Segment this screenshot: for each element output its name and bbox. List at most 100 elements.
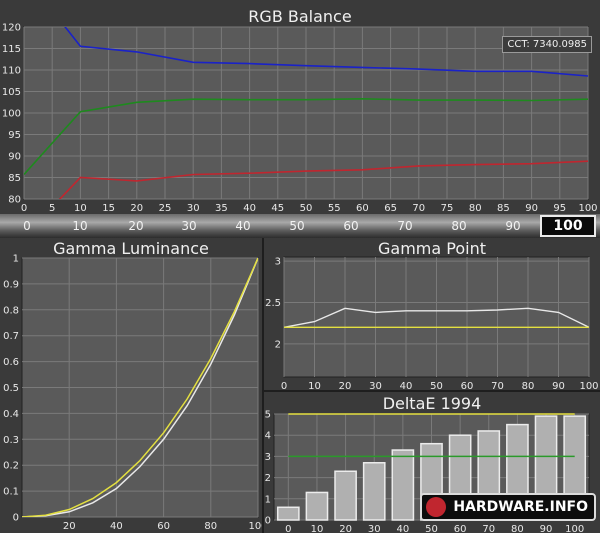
deltae-bar xyxy=(391,449,415,521)
watermark-badge: HARDWARE.INFO xyxy=(420,493,596,521)
calibration-report: RGB Balance 80 85 90 95 100 105 110 115 120 0 5 10 1… xyxy=(0,0,600,533)
stimulus-label: 70 xyxy=(397,219,413,233)
stimulus-label: 90 xyxy=(505,219,521,233)
x-tick-label: 100 xyxy=(248,521,262,532)
x-tick-label: 60 xyxy=(454,524,467,533)
x-tick-label: 0 xyxy=(285,524,291,533)
x-tick-label: 75 xyxy=(441,203,454,214)
x-tick-label: 80 xyxy=(511,524,524,533)
x-tick-label: 30 xyxy=(369,381,382,390)
y-tick-label: 0 xyxy=(13,513,19,524)
x-tick-label: 70 xyxy=(491,381,504,390)
y-tick-label: 0.2 xyxy=(3,461,19,472)
y-tick-label: 1 xyxy=(13,254,19,265)
watermark-text: HARDWARE.INFO xyxy=(453,499,588,515)
y-tick-label: 2 xyxy=(265,473,271,484)
x-tick-label: 10 xyxy=(308,381,321,390)
stimulus-label: 0 xyxy=(23,219,31,233)
y-tick-label: 0.9 xyxy=(3,279,19,290)
x-tick-label: 60 xyxy=(157,521,170,532)
x-tick-label: 80 xyxy=(469,203,482,214)
x-tick-label: 35 xyxy=(215,203,228,214)
x-tick-label: 30 xyxy=(187,203,200,214)
stimulus-label: 40 xyxy=(235,219,251,233)
y-tick-label: 2.5 xyxy=(265,298,281,309)
y-tick-label: 1 xyxy=(265,494,271,505)
cct-readout: CCT: 7340.0985 xyxy=(502,36,592,53)
gamma-point-chart: 22.530 10 20 30 40 50 60 70 80 90 100 xyxy=(265,256,599,390)
deltae-bar xyxy=(334,470,357,521)
y-tick-label: 0 xyxy=(265,516,271,527)
y-tick-label: 0.6 xyxy=(3,357,19,368)
y-tick-label: 0.5 xyxy=(3,383,19,394)
y-tick-label: 0.7 xyxy=(3,331,19,342)
panel-divider-horizontal xyxy=(264,390,600,392)
y-tick-label: 0.8 xyxy=(3,305,19,316)
x-tick-label: 5 xyxy=(49,203,55,214)
x-tick-label: 20 xyxy=(339,381,352,390)
y-tick-label: 3 xyxy=(275,257,281,268)
y-tick-label: 0.4 xyxy=(3,409,19,420)
x-tick-label: 90 xyxy=(552,381,565,390)
gamma-point-panel: Gamma Point 2 2.5 3 0 10 20 30 40 50 60 70 80 90 100 xyxy=(264,238,600,390)
stimulus-label: 80 xyxy=(451,219,467,233)
x-tick-label: 45 xyxy=(271,203,284,214)
rgb-balance-chart: 80 85 90 95 100 105 110 115 120 0 5 10 15 20 25 30 35 40 4… xyxy=(2,23,598,215)
x-tick-label: 10 xyxy=(311,524,324,533)
x-tick-label: 10 xyxy=(74,203,87,214)
x-tick-label: 70 xyxy=(412,203,425,214)
x-tick-label: 55 xyxy=(328,203,341,214)
stimulus-label: 20 xyxy=(128,219,144,233)
x-tick-label: 70 xyxy=(482,524,495,533)
deltae-bar xyxy=(276,506,300,521)
x-tick-label: 50 xyxy=(425,524,438,533)
x-tick-label: 80 xyxy=(204,521,217,532)
brand-logo-icon xyxy=(426,497,446,517)
x-tick-label: 20 xyxy=(339,524,352,533)
x-tick-label: 85 xyxy=(497,203,510,214)
stimulus-label: 10 xyxy=(72,219,88,233)
stimulus-label: 60 xyxy=(343,219,359,233)
y-tick-label: 110 xyxy=(2,66,21,77)
x-tick-label: 95 xyxy=(553,203,566,214)
x-tick-label: 0 xyxy=(281,381,287,390)
y-tick-label: 100 xyxy=(2,109,21,120)
x-tick-label: 60 xyxy=(461,381,474,390)
y-tick-label: 3 xyxy=(265,452,271,463)
gamma-luminance-chart: 0 0.1 0.2 0.3 0.4 0.5 0.6 0.7 0.8 0.9 1 20 40 60 80 100 xyxy=(3,254,262,533)
x-tick-label: 20 xyxy=(63,521,76,532)
x-tick-label: 40 xyxy=(400,381,413,390)
x-tick-label: 50 xyxy=(300,203,313,214)
stimulus-label: 30 xyxy=(181,219,197,233)
y-tick-label: 120 xyxy=(2,23,21,34)
y-tick-label: 0.1 xyxy=(3,487,19,498)
y-tick-label: 5 xyxy=(265,410,271,421)
x-tick-label: 65 xyxy=(384,203,397,214)
x-tick-label: 80 xyxy=(522,381,535,390)
x-tick-label: 100 xyxy=(578,203,597,214)
y-tick-label: 95 xyxy=(8,130,21,141)
x-tick-label: 40 xyxy=(110,521,123,532)
x-tick-label: 15 xyxy=(102,203,115,214)
y-tick-label: 0.3 xyxy=(3,435,19,446)
x-tick-label: 60 xyxy=(356,203,369,214)
y-tick-label: 115 xyxy=(2,44,21,55)
x-tick-label: 30 xyxy=(368,524,381,533)
x-tick-label: 90 xyxy=(525,203,538,214)
panel-divider-vertical xyxy=(262,238,264,533)
x-tick-label: 50 xyxy=(430,381,443,390)
x-tick-label: 20 xyxy=(130,203,143,214)
x-tick-label: 40 xyxy=(243,203,256,214)
x-tick-label: 40 xyxy=(396,524,409,533)
y-tick-label: 2 xyxy=(275,339,281,350)
deltae-bar xyxy=(362,462,386,521)
x-tick-label: 25 xyxy=(159,203,172,214)
deltae-bar xyxy=(305,491,329,521)
y-tick-label: 4 xyxy=(265,431,271,442)
gamma-luminance-panel: Gamma Luminance 0 0.1 0.2 0.3 0.4 0.5 0.6 0.7 0.… xyxy=(0,238,262,533)
y-tick-label: 85 xyxy=(8,173,21,184)
x-tick-label: 90 xyxy=(540,524,553,533)
x-tick-label: 100 xyxy=(565,524,584,533)
x-tick-label: 100 xyxy=(579,381,598,390)
stimulus-label: 50 xyxy=(289,219,305,233)
